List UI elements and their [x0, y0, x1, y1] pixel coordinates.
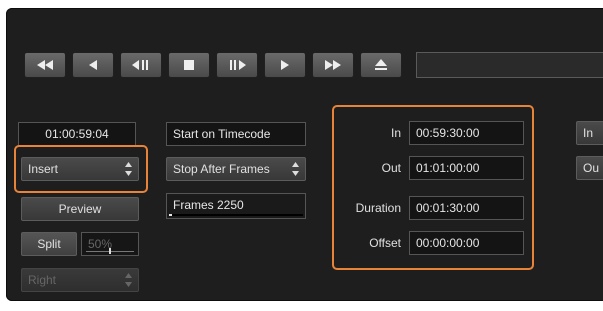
stop-after-select-value: Stop After Frames [173, 162, 270, 176]
mark-out-button[interactable]: Ou [576, 156, 603, 180]
side-select-value: Right [28, 273, 57, 287]
offset-timecode-field[interactable]: 00:00:00:00 [409, 231, 524, 255]
in-label: In [390, 126, 401, 140]
in-timecode-field[interactable]: 00:59:30:00 [409, 121, 524, 145]
rewind-button[interactable] [24, 52, 66, 78]
timeline-scrubber[interactable] [416, 52, 603, 78]
updown-chevron-icon [125, 273, 132, 287]
previous-frame-button[interactable] [72, 52, 114, 78]
step-forward-button[interactable] [216, 52, 258, 78]
step-back-icon [132, 60, 148, 70]
updown-chevron-icon [292, 162, 299, 176]
preview-button[interactable]: Preview [21, 197, 139, 221]
step-forward-icon [230, 60, 246, 70]
eject-icon [375, 59, 387, 70]
fast-forward-button[interactable] [312, 52, 354, 78]
split-percent-field[interactable]: 50% [81, 232, 139, 256]
stop-icon [184, 60, 194, 70]
duration-timecode-field[interactable]: 00:01:30:00 [409, 196, 524, 220]
offset-label: Offset [369, 236, 401, 250]
frames-progress-track [169, 214, 303, 216]
play-icon [281, 60, 289, 70]
frames-progress-fill [169, 214, 172, 216]
step-back-button[interactable] [120, 52, 162, 78]
fast-forward-icon [325, 60, 341, 70]
rewind-icon [37, 60, 53, 70]
split-slider-knob[interactable] [109, 248, 111, 254]
updown-chevron-icon [125, 162, 132, 176]
frames-label: Frames 2250 [173, 198, 244, 212]
mark-in-button[interactable]: In [576, 121, 603, 145]
stop-button[interactable] [168, 52, 210, 78]
split-button[interactable]: Split [21, 232, 77, 256]
frames-field[interactable]: Frames 2250 [166, 193, 306, 219]
stop-after-select[interactable]: Stop After Frames [166, 157, 306, 181]
out-timecode-field[interactable]: 01:01:00:00 [409, 156, 524, 180]
side-select[interactable]: Right [21, 268, 139, 292]
deck-control-panel: 01:00:59:04 Insert Preview Split 50% Rig… [6, 8, 603, 301]
mode-select-value: Insert [28, 162, 59, 176]
play-reverse-icon [89, 60, 97, 70]
mode-select[interactable]: Insert [21, 157, 139, 181]
duration-label: Duration [355, 201, 401, 215]
eject-button[interactable] [360, 52, 402, 78]
play-button[interactable] [264, 52, 306, 78]
current-timecode: 01:00:59:04 [18, 122, 136, 146]
start-on-timecode-field[interactable]: Start on Timecode [166, 122, 306, 146]
out-label: Out [381, 161, 401, 175]
